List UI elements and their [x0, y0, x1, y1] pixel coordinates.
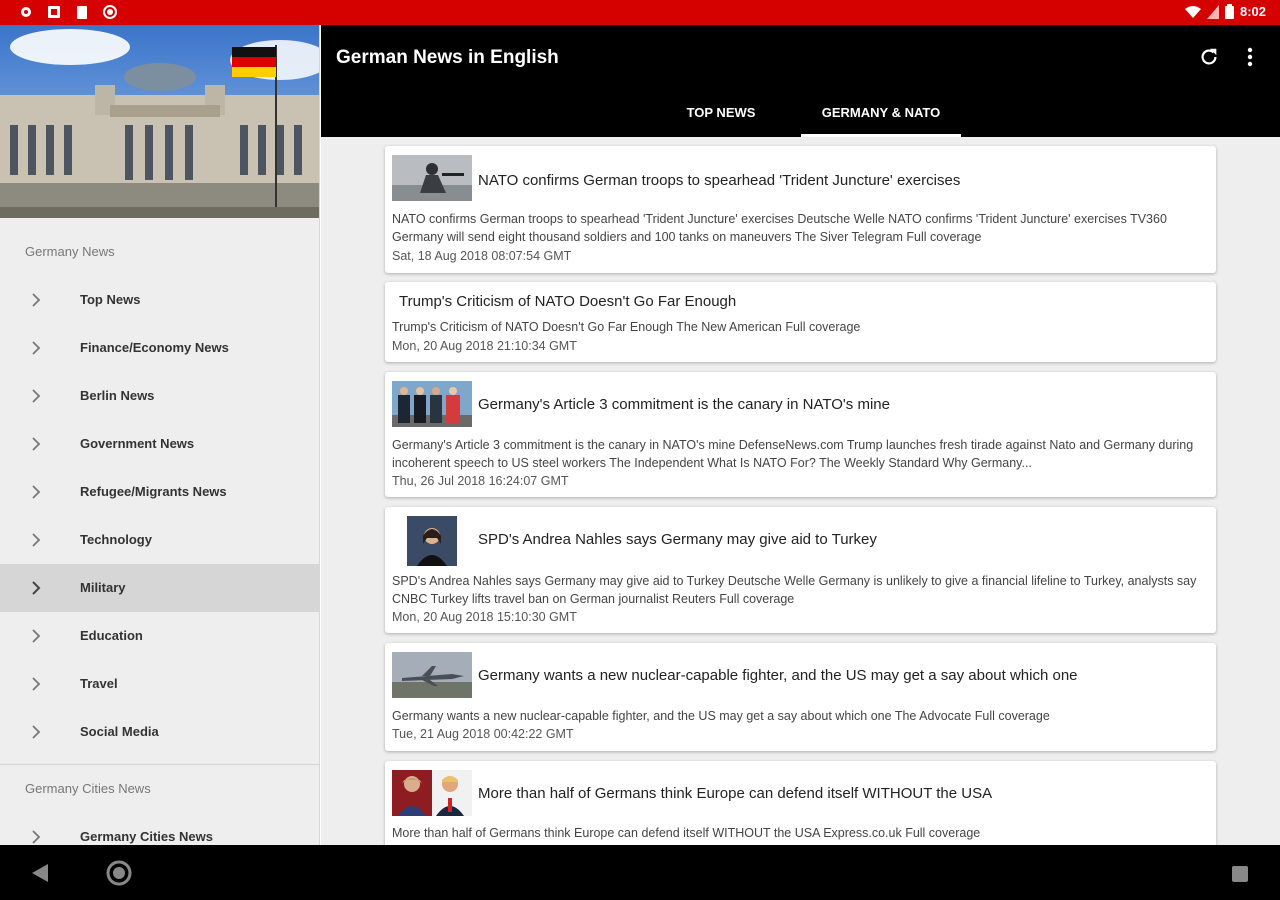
drawer-item-label: Refugee/Migrants News: [80, 484, 227, 499]
drawer-item-top-news[interactable]: Top News: [0, 276, 319, 324]
drawer-item-label: Education: [80, 628, 143, 643]
news-date: Mon, 20 Aug 2018 21:10:34 GMT: [392, 339, 577, 353]
news-card[interactable]: SPD's Andrea Nahles says Germany may giv…: [385, 507, 1216, 633]
settings-icon: [21, 7, 31, 17]
news-snippet: SPD's Andrea Nahles says Germany may giv…: [392, 574, 1197, 606]
clipboard-icon: [77, 6, 87, 19]
news-headline[interactable]: More than half of Germans think Europe c…: [478, 785, 992, 802]
chevron-right-icon: [32, 485, 41, 499]
screenshot-icon: [48, 6, 60, 18]
soldier-thumbnail: [392, 155, 472, 201]
drawer-item-berlin[interactable]: Berlin News: [0, 372, 319, 420]
drawer-item-label: Germany Cities News: [80, 829, 213, 844]
drawer-item-label: Finance/Economy News: [80, 340, 229, 355]
news-snippet: More than half of Germans think Europe c…: [392, 826, 981, 840]
chevron-right-icon: [32, 389, 41, 403]
tab-top-news[interactable]: TOP NEWS: [641, 95, 801, 137]
drawer-item-refugee-migrants[interactable]: Refugee/Migrants News: [0, 468, 319, 516]
chevron-right-icon: [32, 629, 41, 643]
drawer-item-label: Berlin News: [80, 388, 155, 403]
drawer-item-label: Social Media: [80, 724, 159, 739]
chevron-right-icon: [32, 581, 41, 595]
news-feed[interactable]: NATO confirms German troops to spearhead…: [321, 137, 1280, 845]
merkel-trump-thumbnail: [392, 770, 472, 816]
news-date: Mon, 20 Aug 2018 15:10:30 GMT: [392, 610, 577, 624]
refresh-icon[interactable]: [1198, 46, 1220, 68]
drawer-item-travel[interactable]: Travel: [0, 660, 319, 708]
drawer-list: Top News Finance/Economy News Berlin New…: [0, 276, 319, 756]
more-vert-icon[interactable]: [1242, 46, 1258, 68]
signal-icon: [1206, 4, 1219, 19]
app-title: German News in English: [336, 47, 559, 68]
reichstag-building-image: [0, 25, 319, 218]
app-bar: German News in English TOP NEWS GERMANY …: [321, 25, 1280, 137]
chevron-right-icon: [32, 293, 41, 307]
news-date: Tue, 21 Aug 2018 00:42:22 GMT: [392, 727, 574, 741]
wifi-icon: [1184, 5, 1201, 18]
news-snippet: Trump's Criticism of NATO Doesn't Go Far…: [392, 320, 861, 334]
news-card[interactable]: Germany's Article 3 commitment is the ca…: [385, 372, 1216, 497]
chevron-right-icon: [32, 533, 41, 547]
fighter-jet-thumbnail: [392, 652, 472, 698]
news-headline[interactable]: Trump's Criticism of NATO Doesn't Go Far…: [399, 293, 736, 310]
chevron-right-icon: [32, 725, 41, 739]
news-headline[interactable]: NATO confirms German troops to spearhead…: [478, 172, 960, 189]
status-bar: 8:02: [0, 0, 1280, 25]
recents-icon[interactable]: [1231, 865, 1249, 883]
back-icon[interactable]: [30, 862, 50, 884]
news-snippet: Germany's Article 3 commitment is the ca…: [392, 438, 1194, 470]
drawer-item-education[interactable]: Education: [0, 612, 319, 660]
news-snippet: Germany wants a new nuclear-capable figh…: [392, 709, 1050, 723]
drawer-item-government[interactable]: Government News: [0, 420, 319, 468]
news-date: Thu, 26 Jul 2018 16:24:07 GMT: [392, 474, 569, 488]
news-headline[interactable]: SPD's Andrea Nahles says Germany may giv…: [478, 531, 877, 548]
drawer-item-label: Government News: [80, 436, 195, 451]
leaders-group-thumbnail: [392, 381, 472, 427]
drawer-list: Germany Cities News: [0, 813, 319, 845]
tab-germany-nato[interactable]: GERMANY & NATO: [801, 95, 961, 137]
drawer-item-label: Technology: [80, 532, 152, 547]
chevron-right-icon: [32, 830, 41, 844]
news-card[interactable]: NATO confirms German troops to spearhead…: [385, 146, 1216, 273]
drawer-item-military[interactable]: Military: [0, 564, 319, 612]
chevron-right-icon: [32, 341, 41, 355]
drawer-item-label: Military: [80, 580, 126, 595]
drawer-item-label: Travel: [80, 676, 118, 691]
news-card[interactable]: Germany wants a new nuclear-capable figh…: [385, 643, 1216, 751]
home-icon[interactable]: [105, 859, 133, 887]
tab-bar: TOP NEWS GERMANY & NATO: [321, 95, 1280, 137]
news-date: Sat, 18 Aug 2018 08:07:54 GMT: [392, 249, 572, 263]
news-headline[interactable]: Germany's Article 3 commitment is the ca…: [478, 396, 890, 413]
chevron-right-icon: [32, 437, 41, 451]
battery-icon: [1224, 4, 1234, 19]
portrait-thumbnail: [407, 516, 457, 566]
drawer-item-label: Top News: [80, 292, 141, 307]
drawer-item-finance-economy[interactable]: Finance/Economy News: [0, 324, 319, 372]
record-icon: [103, 5, 117, 19]
news-card[interactable]: More than half of Germans think Europe c…: [385, 761, 1216, 845]
news-snippet: NATO confirms German troops to spearhead…: [392, 212, 1167, 244]
news-headline[interactable]: Germany wants a new nuclear-capable figh…: [478, 667, 1078, 684]
chevron-right-icon: [32, 677, 41, 691]
drawer-item-social-media[interactable]: Social Media: [0, 708, 319, 756]
drawer-section-header: Germany Cities News: [25, 781, 151, 796]
drawer-item-germany-cities[interactable]: Germany Cities News: [0, 813, 319, 845]
news-card[interactable]: Trump's Criticism of NATO Doesn't Go Far…: [385, 282, 1216, 362]
system-nav-bar: [0, 845, 1280, 900]
drawer-item-technology[interactable]: Technology: [0, 516, 319, 564]
drawer-divider: [0, 764, 319, 765]
navigation-drawer: Germany News Top News Finance/Economy Ne…: [0, 25, 320, 845]
tab-label: TOP NEWS: [686, 105, 756, 120]
status-time: 8:02: [1239, 4, 1266, 19]
drawer-section-header: Germany News: [25, 244, 115, 259]
tab-label: GERMANY & NATO: [821, 105, 941, 120]
